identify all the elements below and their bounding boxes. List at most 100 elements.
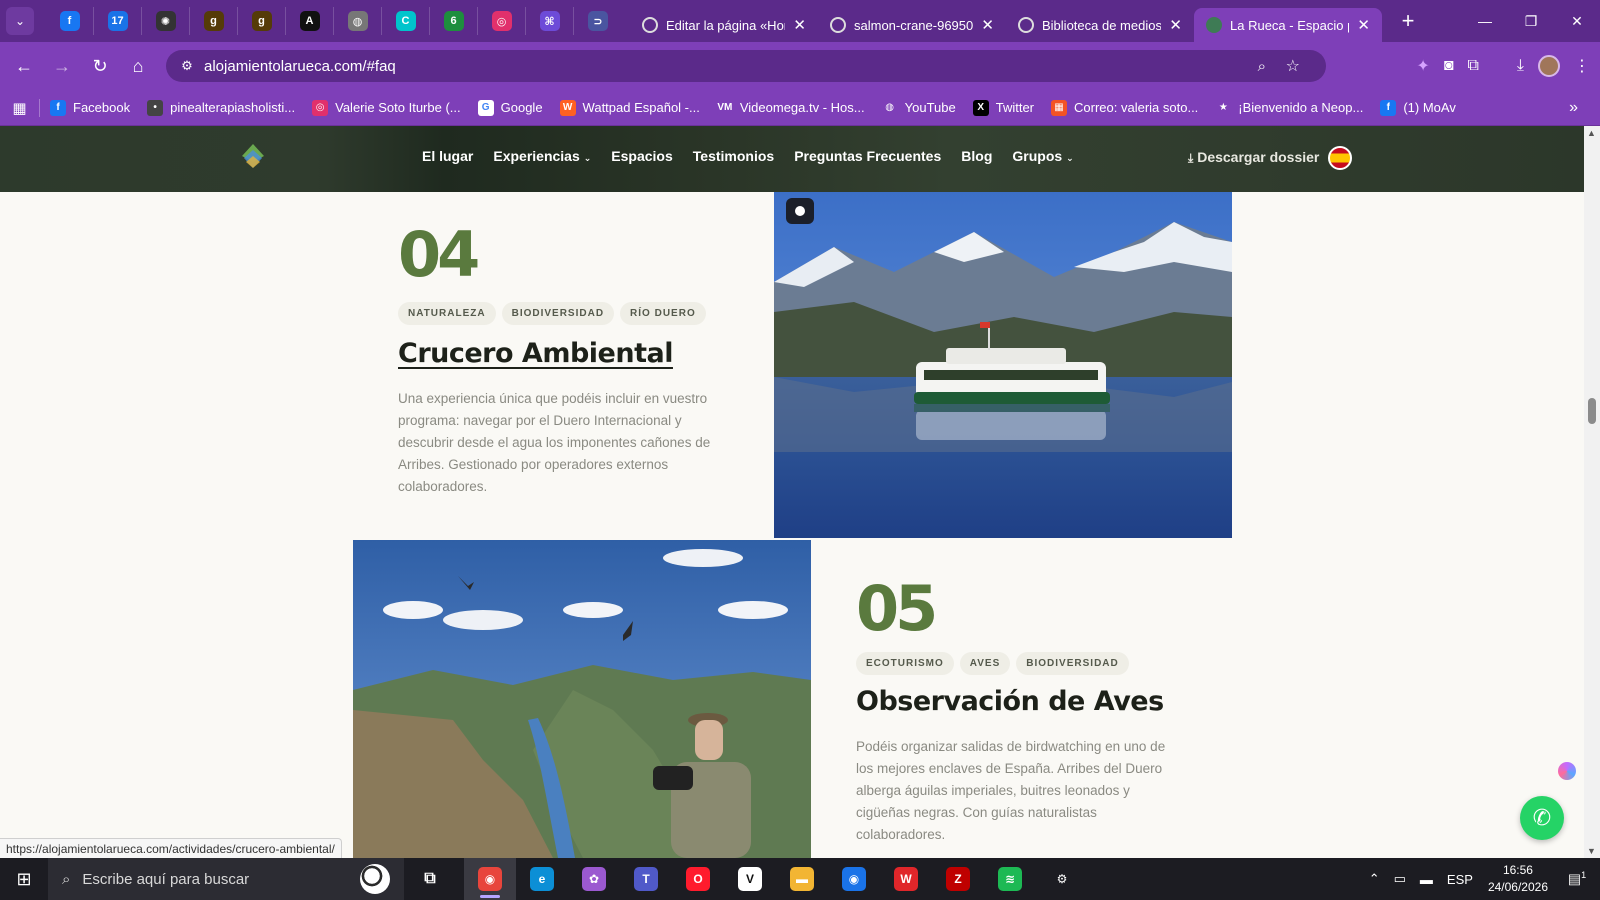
site-info-icon[interactable]: ⚙ <box>174 58 200 74</box>
download-icon[interactable]: ⤓ <box>1517 57 1524 75</box>
taskbar-app[interactable]: T <box>620 858 672 900</box>
notifications-icon[interactable]: ▤1 <box>1562 870 1592 888</box>
pinned-tab[interactable]: ◎ <box>478 7 526 35</box>
site-logo[interactable] <box>240 142 266 174</box>
bookmark-item[interactable]: ◍ YouTube <box>881 99 956 116</box>
taskbar-app[interactable]: ✿ <box>568 858 620 900</box>
nav-item[interactable]: Testimonios <box>693 148 774 164</box>
tab[interactable]: Editar la página «Hor ✕ <box>630 8 818 42</box>
taskbar-app[interactable]: ▬ <box>776 858 828 900</box>
taskbar-app[interactable]: e <box>516 858 568 900</box>
nav-item[interactable]: Blog <box>961 148 992 164</box>
new-tab-button[interactable]: + <box>1396 8 1420 34</box>
taskbar-app[interactable]: ≋ <box>984 858 1036 900</box>
globe-icon <box>642 17 658 33</box>
profile-avatar[interactable] <box>1538 55 1560 77</box>
taskbar-app[interactable]: ◉ <box>828 858 880 900</box>
scroll-down-icon[interactable]: ▼ <box>1587 846 1596 856</box>
tab-active[interactable]: La Rueca - Espacio pa ✕ <box>1194 8 1382 42</box>
bookmarks-bar: ▦ f Facebook • pinealterapiasholisti... ◎ Val… <box>0 90 1600 126</box>
page-scrollbar[interactable]: ▲ ▼ <box>1584 126 1600 858</box>
tab[interactable]: Biblioteca de medios ✕ <box>1006 8 1194 42</box>
more-bookmarks-icon[interactable]: » <box>1569 99 1578 117</box>
pinned-tab[interactable]: 6 <box>430 7 478 35</box>
bookmark-item[interactable]: f (1) MoAv <box>1380 99 1456 116</box>
back-button[interactable]: ← <box>6 56 42 77</box>
reload-button[interactable]: ↻ <box>82 56 118 77</box>
bookmark-item[interactable]: ★ ¡Bienvenido a Neop... <box>1215 99 1363 116</box>
address-bar[interactable]: ⚙ alojamientolarueca.com/#faq ⌕ ☆ <box>166 50 1326 82</box>
task-view-icon[interactable]: ⧉ <box>404 858 456 900</box>
minimize-button[interactable]: — <box>1462 0 1508 42</box>
pinned-tab[interactable]: ◍ <box>334 7 382 35</box>
camera-extension-icon[interactable]: ◙ <box>1444 57 1454 75</box>
forward-button[interactable]: → <box>44 56 80 77</box>
close-tab-icon[interactable]: ✕ <box>1357 16 1370 34</box>
gemini-icon[interactable]: ✦ <box>1416 56 1429 76</box>
pinned-tab[interactable]: C <box>382 7 430 35</box>
windows-start-icon[interactable]: ⊞ <box>0 869 48 890</box>
restore-button[interactable]: ❐ <box>1508 0 1554 42</box>
taskbar-app[interactable]: V <box>724 858 776 900</box>
scrollbar-thumb[interactable] <box>1588 398 1596 424</box>
taskbar-search[interactable]: ⌕ Escribe aquí para buscar <box>48 858 404 900</box>
menu-kebab-icon[interactable]: ⋮ <box>1574 56 1590 76</box>
taskbar-app[interactable]: W <box>880 858 932 900</box>
extensions-icon[interactable]: ⧉ <box>1467 57 1478 75</box>
site-header: El lugar Experiencias ⌄ Espacios Testimonios… <box>0 126 1584 192</box>
clock[interactable]: 16:56 24/06/2026 <box>1488 862 1548 896</box>
nav-item[interactable]: Espacios <box>611 148 672 164</box>
pinned-tab[interactable]: A <box>286 7 334 35</box>
bookmark-label: Twitter <box>995 100 1035 115</box>
tab-search-button[interactable]: ⌄ <box>6 7 34 35</box>
zoom-icon[interactable]: ⌕ <box>1258 58 1266 75</box>
language-indicator[interactable]: ESP <box>1447 872 1473 887</box>
bookmark-item[interactable]: G Google <box>477 99 543 116</box>
bookmark-item[interactable]: f Facebook <box>50 99 130 116</box>
taskbar-app[interactable]: Z <box>932 858 984 900</box>
download-dossier-link[interactable]: ⤓ Descargar dossier <box>1188 149 1319 166</box>
nav-item[interactable]: Grupos ⌄ <box>1012 148 1073 164</box>
home-button[interactable]: ⌂ <box>120 56 156 77</box>
bookmark-item[interactable]: • pinealterapiasholisti... <box>147 99 295 116</box>
pinned-tab[interactable]: f <box>46 7 94 35</box>
pinned-tab[interactable]: 17 <box>94 7 142 35</box>
apps-grid-icon[interactable]: ▦ <box>0 98 40 117</box>
battery-icon[interactable]: ▬ <box>1420 872 1433 887</box>
nav-item[interactable]: El lugar <box>422 148 473 164</box>
dot-icon: • <box>147 99 164 116</box>
close-tab-icon[interactable]: ✕ <box>1169 16 1182 34</box>
experience-description: Una experiencia única que podéis incluir… <box>398 391 711 494</box>
taskbar-app[interactable]: ◉ <box>464 858 516 900</box>
tab[interactable]: salmon-crane-96950 ✕ <box>818 8 1006 42</box>
experience-title-link[interactable]: Observación de Aves <box>856 686 1164 717</box>
nav-item[interactable]: Preguntas Frecuentes <box>794 148 941 164</box>
experience-title-link[interactable]: Crucero Ambiental <box>398 338 673 369</box>
close-tab-icon[interactable]: ✕ <box>981 16 994 34</box>
pinned-tab[interactable]: g <box>190 7 238 35</box>
language-flag-icon[interactable] <box>1328 146 1352 170</box>
pinned-apps: ◉ e ✿ T O V ▬ ◉ W Z ≋ ⚙ <box>464 858 1088 900</box>
chevron-up-icon[interactable]: ⌃ <box>1369 871 1380 887</box>
bookmark-item[interactable]: ◎ Valerie Soto Iturbe (... <box>312 99 461 116</box>
pinned-tab[interactable]: ⊃ <box>574 7 622 35</box>
bookmark-item[interactable]: W Wattpad Español -... <box>559 99 700 116</box>
pinned-tab[interactable]: g <box>238 7 286 35</box>
microsoft-icon: ▦ <box>1051 99 1068 116</box>
scroll-up-icon[interactable]: ▲ <box>1587 128 1596 138</box>
bookmark-item[interactable]: VM Videomega.tv - Hos... <box>716 99 865 116</box>
whatsapp-button[interactable]: ✆ <box>1520 796 1564 840</box>
bookmark-item[interactable]: X Twitter <box>972 99 1035 116</box>
taskbar-app[interactable]: O <box>672 858 724 900</box>
gemini-floating-icon[interactable] <box>1558 762 1576 780</box>
goodreads-icon: g <box>203 11 224 31</box>
bookmark-item[interactable]: ▦ Correo: valeria soto... <box>1051 99 1198 116</box>
taskbar-app[interactable]: ⚙ <box>1036 858 1088 900</box>
close-tab-icon[interactable]: ✕ <box>793 16 806 34</box>
bookmark-star-icon[interactable]: ☆ <box>1286 56 1300 76</box>
close-window-button[interactable]: ✕ <box>1554 0 1600 42</box>
pinned-tab[interactable]: ✺ <box>142 7 190 35</box>
network-icon[interactable]: ▭ <box>1394 871 1406 887</box>
pinned-tab[interactable]: ⌘ <box>526 7 574 35</box>
nav-item[interactable]: Experiencias ⌄ <box>493 148 591 164</box>
